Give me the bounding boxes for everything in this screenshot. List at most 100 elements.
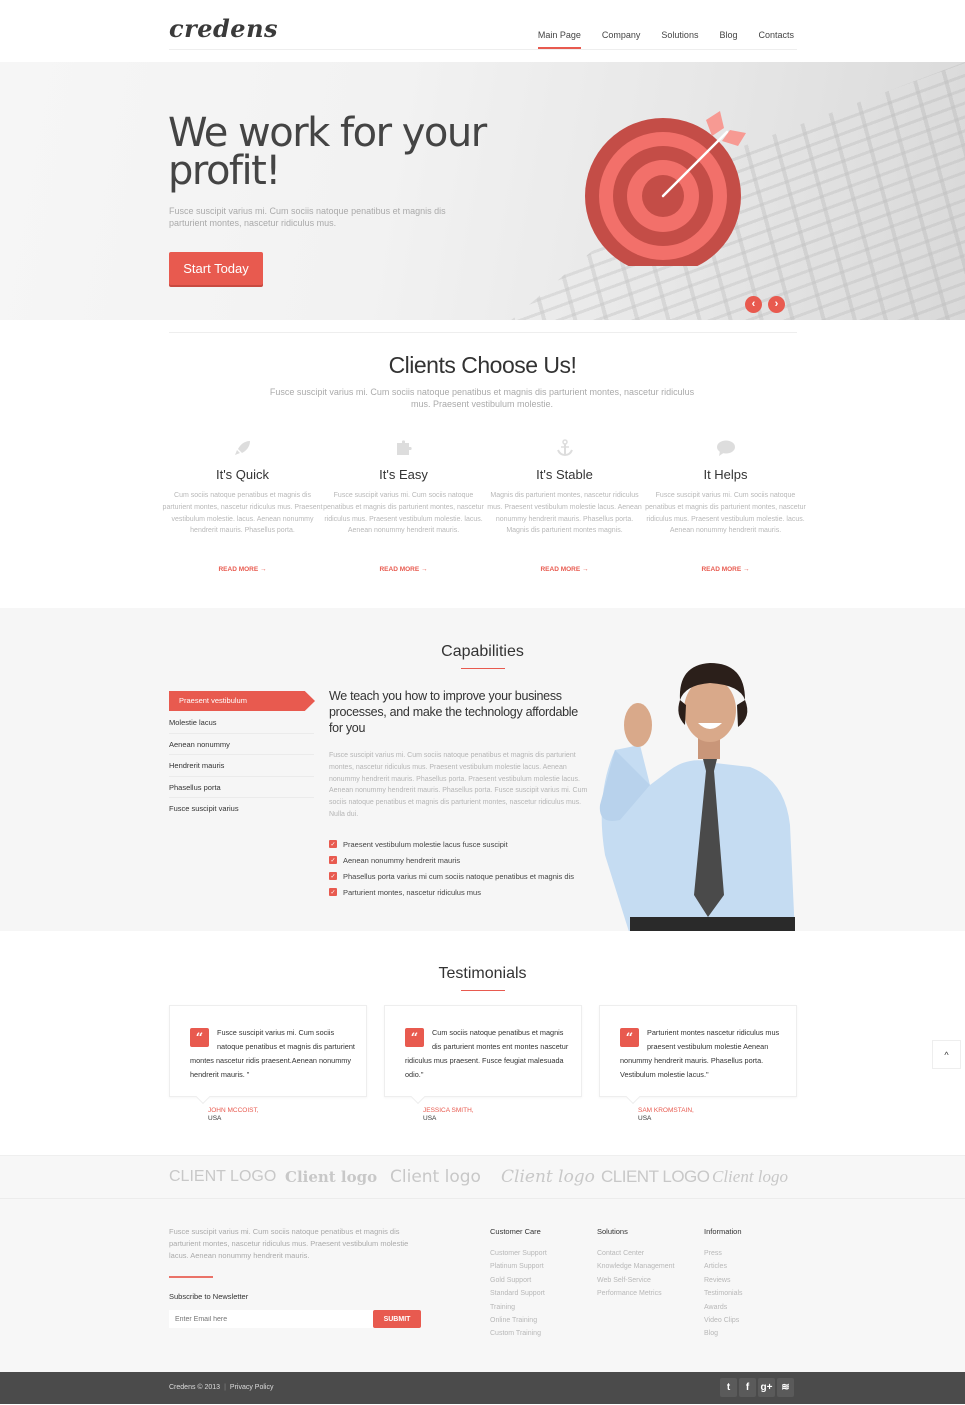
checkbox-icon: ✓ (329, 840, 337, 848)
submit-button[interactable]: SUBMIT (373, 1310, 421, 1328)
footer-link[interactable]: Platinum Support (490, 1263, 547, 1276)
scroll-to-top-button[interactable]: ^ (932, 1040, 961, 1069)
capabilities-heading: We teach you how to improve your busines… (329, 689, 578, 735)
footer-link[interactable]: Training (490, 1304, 547, 1317)
nav-contacts[interactable]: Contacts (758, 30, 794, 49)
capabilities-title: Capabilities (0, 643, 965, 669)
feature-title: It's Easy (379, 467, 428, 482)
logo[interactable]: credens (169, 14, 278, 43)
start-today-button[interactable]: Start Today (169, 252, 263, 285)
footer-link[interactable]: Blog (704, 1330, 743, 1343)
cap-menu-item[interactable]: Hendrerit mauris (169, 755, 314, 777)
nav-blog[interactable]: Blog (719, 30, 737, 49)
client-logo[interactable]: Client logo (712, 1167, 802, 1187)
footer-link[interactable]: Reviews (704, 1277, 743, 1290)
section-divider (169, 332, 797, 333)
client-logo[interactable]: CLIENT LOGO (601, 1167, 712, 1187)
capabilities-section: Capabilities Praesent vestibulum Molesti… (0, 608, 965, 931)
newsletter-label: Subscribe to Newsletter (169, 1292, 249, 1301)
hero-slider: We work for your profit! Fusce suscipit … (0, 62, 965, 320)
nav-company[interactable]: Company (602, 30, 641, 49)
testimonial-author: JESSICA SMITH, USA (423, 1107, 474, 1123)
author-country: USA (638, 1115, 652, 1122)
twitter-icon[interactable]: t (720, 1378, 737, 1397)
footer-link[interactable]: Customer Support (490, 1250, 547, 1263)
checkbox-icon: ✓ (329, 856, 337, 864)
cap-menu-item[interactable]: Fusce suscipit varius (169, 798, 314, 820)
footer-link[interactable]: Custom Training (490, 1330, 547, 1343)
testimonials-title: Testimonials (0, 965, 965, 991)
author-name: JOHN MCCOIST, (208, 1107, 259, 1114)
author-country: USA (423, 1115, 437, 1122)
main-nav: Main Page Company Solutions Blog Contact… (517, 30, 794, 49)
client-logo[interactable]: Client logo (501, 1167, 601, 1187)
testimonial-quote: Fusce suscipit varius mi. Cum sociis nat… (190, 1028, 355, 1079)
footer-link[interactable]: Online Training (490, 1317, 547, 1330)
check-item: ✓ Praesent vestibulum molestie lacus fusc… (329, 836, 574, 852)
google-plus-icon[interactable]: g+ (758, 1378, 775, 1397)
cap-menu-item[interactable]: Phasellus porta (169, 777, 314, 798)
read-more-link[interactable]: READ MORE → (323, 566, 484, 573)
footer-col-title: Solutions (597, 1227, 628, 1236)
clients-title: Clients Choose Us! (388, 352, 577, 378)
author-name: SAM KROMSTAIN, (638, 1107, 694, 1114)
read-more-link[interactable]: READ MORE → (162, 566, 323, 573)
footer-col-customer-care: Customer Care Customer Support Platinum … (490, 1227, 547, 1344)
footer-link[interactable]: Articles (704, 1263, 743, 1276)
nav-solutions[interactable]: Solutions (661, 30, 698, 49)
bottom-bar: Credens © 2013 | Privacy Policy t f g+ ≋ (0, 1372, 965, 1404)
rss-icon[interactable]: ≋ (777, 1378, 794, 1397)
chevron-left-icon[interactable]: ‹ (745, 296, 762, 313)
clients-lead: Fusce suscipit varius mi. Cum sociis nat… (269, 387, 695, 409)
footer-col-solutions: Solutions Contact Center Knowledge Manag… (597, 1227, 674, 1304)
email-input[interactable] (169, 1310, 374, 1328)
feature-helps: It Helps Fusce suscipit varius mi. Cum s… (645, 438, 806, 573)
testimonials-section: Testimonials “ Fusce suscipit varius mi.… (0, 931, 965, 1155)
hero-title: We work for your profit! (168, 110, 487, 194)
read-more-link[interactable]: READ MORE → (484, 566, 645, 573)
footer-link[interactable]: Web Self-Service (597, 1277, 674, 1290)
client-logo[interactable]: Client logo (390, 1167, 501, 1187)
feature-text: Magnis dis parturient montes, nascetur r… (487, 492, 642, 535)
read-more-link[interactable]: READ MORE → (645, 566, 806, 573)
check-item: ✓ Phasellus porta varius mi cum sociis na… (329, 868, 574, 884)
slider-arrows: ‹ › (745, 296, 785, 313)
cap-menu-item[interactable]: Molestie lacus (169, 712, 314, 734)
footer-link[interactable]: Gold Support (490, 1277, 547, 1290)
testimonial-quote: Parturient montes nascetur ridiculus mus… (620, 1028, 780, 1079)
chevron-right-icon[interactable]: › (768, 296, 785, 313)
feature-text: Fusce suscipit varius mi. Cum sociis nat… (323, 492, 484, 535)
cap-menu-item[interactable]: Praesent vestibulum (169, 691, 315, 711)
check-text: Praesent vestibulum molestie lacus fusce… (343, 839, 508, 849)
footer-accent-line (169, 1276, 213, 1278)
footer-col-information: Information Press Articles Reviews Testi… (704, 1227, 743, 1344)
facebook-icon[interactable]: f (739, 1378, 756, 1397)
footer-link[interactable]: Knowledge Management (597, 1263, 674, 1276)
capabilities-body: Fusce suscipit varius mi. Cum sociis nat… (329, 752, 588, 818)
footer-link[interactable]: Press (704, 1250, 743, 1263)
footer-link[interactable]: Awards (704, 1304, 743, 1317)
target-icon (585, 111, 746, 266)
quote-icon: “ (405, 1028, 424, 1047)
testimonial-card: “ Cum sociis natoque penatibus et magnis… (384, 1005, 582, 1122)
footer-link[interactable]: Performance Metrics (597, 1290, 674, 1303)
privacy-policy-link[interactable]: Privacy Policy (230, 1384, 274, 1391)
copyright: Credens © 2013 | Privacy Policy (169, 1384, 274, 1391)
footer-link[interactable]: Standard Support (490, 1290, 547, 1303)
footer-link[interactable]: Video Clips (704, 1317, 743, 1330)
footer-link[interactable]: Contact Center (597, 1250, 674, 1263)
check-text: Aenean nonummy hendrerit mauris (343, 855, 461, 865)
cap-menu-item[interactable]: Aenean nonummy (169, 734, 314, 755)
nav-main-page[interactable]: Main Page (537, 30, 581, 49)
client-logo[interactable]: CLIENT LOGO (169, 1168, 285, 1186)
feature-title: It's Quick (215, 467, 270, 482)
testimonial-card: “ Fusce suscipit varius mi. Cum sociis n… (169, 1005, 367, 1122)
client-logo[interactable]: Client logo (285, 1168, 390, 1186)
feature-easy: It's Easy Fusce suscipit varius mi. Cum … (323, 438, 484, 573)
testimonial-author: SAM KROMSTAIN, USA (638, 1107, 694, 1123)
checkbox-icon: ✓ (329, 872, 337, 880)
speech-bubble-icon (645, 438, 806, 458)
anchor-icon (484, 438, 645, 458)
testimonial-author: JOHN MCCOIST, USA (208, 1107, 259, 1123)
footer-link[interactable]: Testimonials (704, 1290, 743, 1303)
